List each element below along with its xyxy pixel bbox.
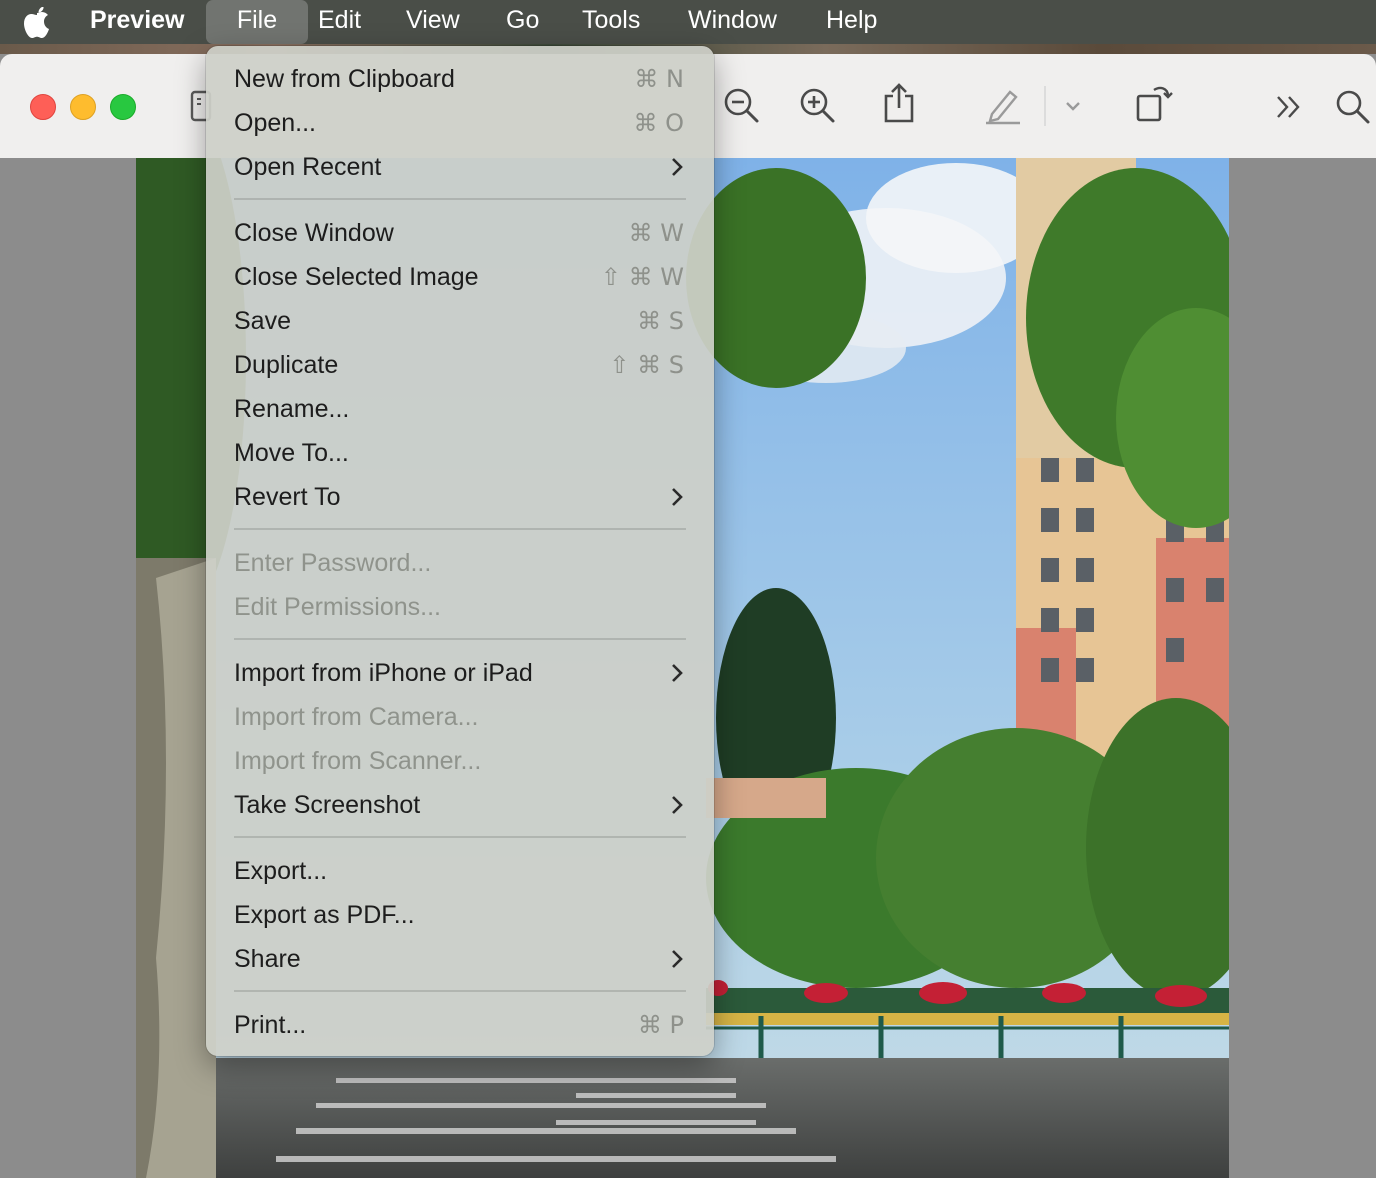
menu-item-revert-to[interactable]: Revert To <box>206 475 714 519</box>
rotate-icon[interactable] <box>1134 82 1174 124</box>
menu-item-export-as-pdf[interactable]: Export as PDF... <box>206 893 714 937</box>
menu-item-take-screenshot[interactable]: Take Screenshot <box>206 783 714 827</box>
file-menu: New from Clipboard ⌘ N Open... ⌘ O Open Rece… <box>206 46 714 1056</box>
menu-item-print[interactable]: Print... ⌘ P <box>206 1003 714 1047</box>
menu-item-move-to[interactable]: Move To... <box>206 431 714 475</box>
menu-item-duplicate[interactable]: Duplicate ⇧ ⌘ S <box>206 343 714 387</box>
menu-item-label: Import from Camera... <box>234 703 479 731</box>
menu-item-label: Rename... <box>234 395 350 423</box>
menu-item-label: Import from iPhone or iPad <box>234 659 533 687</box>
apple-logo-icon[interactable] <box>22 4 52 40</box>
keyboard-shortcut: ⌘ N <box>634 65 684 93</box>
keyboard-shortcut: ⌘ P <box>637 1011 684 1039</box>
chevron-right-icon <box>672 664 683 682</box>
menu-item-label: Open Recent <box>234 153 382 181</box>
menu-view[interactable]: View <box>406 0 460 44</box>
menu-item-edit-permissions: Edit Permissions... <box>206 585 714 629</box>
toolbar-divider <box>1044 86 1046 126</box>
menu-item-close-selected-image[interactable]: Close Selected Image ⇧ ⌘ W <box>206 255 714 299</box>
menu-edit[interactable]: Edit <box>318 0 361 44</box>
menu-item-open[interactable]: Open... ⌘ O <box>206 101 714 145</box>
share-icon[interactable] <box>882 82 916 124</box>
menu-item-save[interactable]: Save ⌘ S <box>206 299 714 343</box>
menu-item-label: Open... <box>234 109 316 137</box>
keyboard-shortcut: ⇧ ⌘ S <box>609 351 684 379</box>
menu-separator <box>234 990 686 992</box>
menu-item-export[interactable]: Export... <box>206 849 714 893</box>
zoom-window-button[interactable] <box>110 94 136 120</box>
menu-separator <box>234 638 686 640</box>
menu-item-label: Enter Password... <box>234 549 432 577</box>
menu-app-name[interactable]: Preview <box>90 0 185 44</box>
chevron-down-icon[interactable] <box>1064 100 1082 112</box>
menu-file[interactable]: File <box>206 0 308 44</box>
menu-item-rename[interactable]: Rename... <box>206 387 714 431</box>
menu-item-label: Share <box>234 945 301 973</box>
menu-item-label: Close Selected Image <box>234 263 479 291</box>
menu-separator <box>234 528 686 530</box>
zoom-out-icon[interactable] <box>722 86 760 124</box>
menu-help[interactable]: Help <box>826 0 877 44</box>
menu-window[interactable]: Window <box>688 0 777 44</box>
menu-item-label: Take Screenshot <box>234 791 421 819</box>
menu-item-label: Close Window <box>234 219 394 247</box>
zoom-in-icon[interactable] <box>798 86 836 124</box>
menu-item-label: Print... <box>234 1011 307 1039</box>
menu-separator <box>234 836 686 838</box>
menu-item-import-from-camera: Import from Camera... <box>206 695 714 739</box>
minimize-window-button[interactable] <box>70 94 96 120</box>
menu-item-label: Revert To <box>234 483 341 511</box>
menu-item-label: New from Clipboard <box>234 65 455 93</box>
menu-item-label: Import from Scanner... <box>234 747 482 775</box>
keyboard-shortcut: ⇧ ⌘ W <box>600 263 684 291</box>
menu-item-new-from-clipboard[interactable]: New from Clipboard ⌘ N <box>206 57 714 101</box>
close-window-button[interactable] <box>30 94 56 120</box>
menu-item-open-recent[interactable]: Open Recent <box>206 145 714 189</box>
menu-item-label: Move To... <box>234 439 349 467</box>
menu-go[interactable]: Go <box>506 0 539 44</box>
keyboard-shortcut: ⌘ O <box>633 109 684 137</box>
menu-item-label: Save <box>234 307 291 335</box>
menu-item-share[interactable]: Share <box>206 937 714 981</box>
chevron-right-icon <box>672 950 683 968</box>
menu-item-label: Export as PDF... <box>234 901 415 929</box>
chevron-right-icon <box>672 796 683 814</box>
chevron-right-icon <box>672 488 683 506</box>
keyboard-shortcut: ⌘ S <box>637 307 684 335</box>
keyboard-shortcut: ⌘ W <box>628 219 684 247</box>
search-icon[interactable] <box>1334 88 1372 126</box>
menu-item-label: Duplicate <box>234 351 339 379</box>
menu-item-enter-password: Enter Password... <box>206 541 714 585</box>
menubar: Preview File Edit View Go Tools Window H… <box>0 0 1376 44</box>
menu-item-import-from-scanner: Import from Scanner... <box>206 739 714 783</box>
menu-item-import-from-iphone-or-ipad[interactable]: Import from iPhone or iPad <box>206 651 714 695</box>
chevron-right-icon <box>672 158 683 176</box>
menu-separator <box>234 198 686 200</box>
markup-pen-icon[interactable] <box>984 86 1024 126</box>
more-icon[interactable] <box>1274 94 1304 120</box>
menu-item-close-window[interactable]: Close Window ⌘ W <box>206 211 714 255</box>
menu-item-label: Edit Permissions... <box>234 593 442 621</box>
menu-tools[interactable]: Tools <box>582 0 640 44</box>
menu-item-label: Export... <box>234 857 328 885</box>
